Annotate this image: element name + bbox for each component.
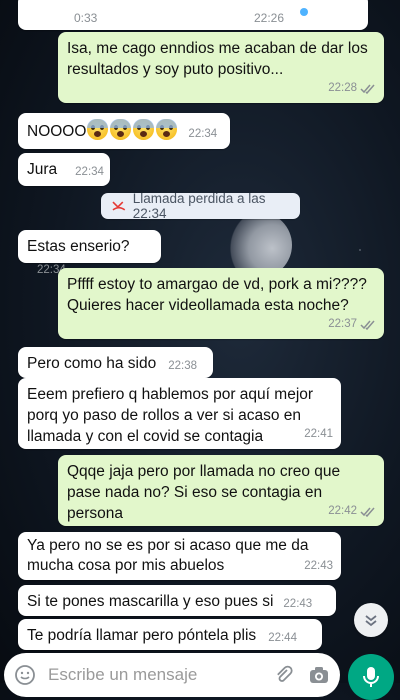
message-text: Si te pones mascarilla y eso pues si [27, 593, 274, 610]
message-meta: 22:43 [304, 556, 333, 576]
missed-call-icon [112, 201, 126, 211]
voice-duration: 0:33 [74, 11, 98, 25]
message-bubble-incoming[interactable]: Si te pones mascarilla y eso pues si 22:4… [18, 585, 336, 616]
voice-record-button[interactable] [348, 654, 394, 700]
message-time: 22:34 [75, 166, 104, 178]
message-time: 22:34 [188, 128, 218, 140]
message-time: 22:28 [328, 82, 357, 94]
message-text: Eeem prefiero q hablemos por aquí mejor … [27, 386, 314, 445]
message-bubble-incoming[interactable]: Ya pero no se es por si acaso que me da … [18, 532, 341, 580]
message-text: Pffff estoy to amargao de vd, pork a mi?… [67, 276, 367, 314]
mic-dot-icon [300, 8, 308, 16]
message-bubble-outgoing[interactable]: Isa, me cago enndios me acaban de dar lo… [58, 32, 384, 103]
scream-emoji-icon [156, 119, 178, 140]
message-bubble-incoming[interactable]: NOOOO 22:34 [18, 113, 230, 149]
message-bubble-incoming[interactable]: Pero como ha sido 22:38 [18, 347, 213, 378]
message-time: 22:43 [283, 598, 313, 610]
message-meta: 22:28 [328, 78, 376, 99]
message-time: 22:41 [304, 428, 333, 440]
missed-call-notice[interactable]: Llamada perdida a las 22:34 [101, 191, 300, 221]
scream-emoji-icon [87, 119, 109, 140]
mic-icon [363, 667, 379, 687]
message-meta: 22:41 [304, 424, 333, 445]
message-bubble-incoming[interactable]: Te podría llamar pero póntela plis 22:44 [18, 619, 322, 650]
message-time: 22:26 [254, 11, 285, 25]
message-time: 22:42 [328, 505, 357, 517]
scream-emoji-icon [133, 119, 155, 140]
double-tick-icon [360, 507, 375, 517]
scream-emoji-icon [110, 119, 132, 140]
voice-message-bubble[interactable]: 0:33 22:26 [18, 0, 368, 30]
message-bubble-outgoing[interactable]: Qqqe jaja pero por llamada no creo que p… [58, 455, 384, 526]
missed-call-text: Llamada perdida a las 22:34 [132, 191, 266, 221]
message-time: 22:37 [328, 318, 357, 330]
message-bubble-outgoing[interactable]: Pffff estoy to amargao de vd, pork a mi?… [58, 268, 384, 339]
double-tick-icon [360, 320, 375, 330]
message-bubble-incoming[interactable]: Estas enserio?22:34 [18, 230, 161, 276]
message-bubble-incoming[interactable]: Eeem prefiero q hablemos por aquí mejor … [18, 378, 341, 449]
message-text: NOOOO [27, 123, 87, 140]
message-text: Estas enserio? [27, 238, 130, 255]
message-text: Pero como ha sido [27, 355, 157, 372]
chevron-down-icon [365, 615, 377, 627]
scroll-to-bottom-button[interactable] [354, 603, 388, 637]
message-text: Jura [27, 161, 58, 178]
message-meta: 22:42 [328, 501, 376, 522]
message-time: 22:43 [304, 560, 333, 572]
message-meta: 22:37 [328, 314, 376, 335]
message-composer [4, 653, 340, 697]
message-text: Te podría llamar pero póntela plis [27, 627, 257, 644]
message-time: 22:38 [168, 360, 198, 372]
message-time: 22:44 [268, 632, 297, 644]
double-tick-icon [360, 84, 375, 94]
message-text: Isa, me cago enndios me acaban de dar lo… [67, 40, 368, 78]
message-bubble-incoming[interactable]: Jura 22:34 [18, 153, 110, 186]
emoji-group [86, 119, 178, 140]
message-text: Ya pero no se es por si acaso que me da … [27, 537, 309, 574]
message-text: Qqqe jaja pero por llamada no creo que p… [67, 463, 341, 522]
